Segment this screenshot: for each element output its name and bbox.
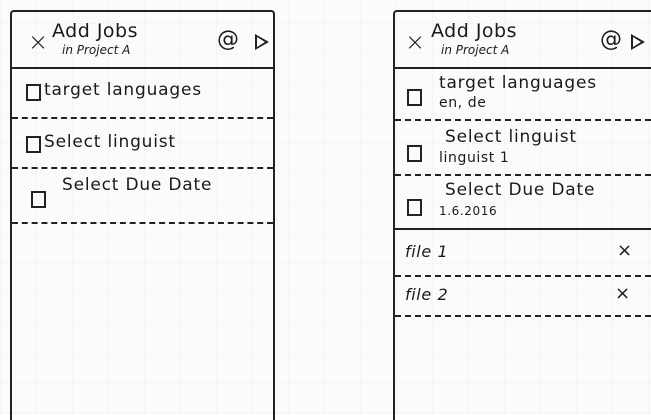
checkbox-icon[interactable] (26, 136, 41, 153)
mention-icon[interactable]: @ (217, 27, 239, 52)
page-title: Add Jobs (431, 20, 518, 42)
checkbox-icon[interactable] (407, 89, 422, 106)
page-subtitle: in Project A (62, 43, 131, 57)
row-label: Select Due Date (445, 180, 596, 200)
mention-icon[interactable]: @ (600, 27, 622, 52)
close-icon[interactable]: × (405, 30, 425, 54)
phone-sketch-before: × Add Jobs in Project A @ target languag… (10, 10, 275, 420)
send-icon[interactable] (255, 34, 269, 50)
row-select-due-date[interactable]: Select Due Date (12, 167, 273, 224)
checkbox-icon[interactable] (407, 145, 422, 162)
file-name: file 1 (405, 242, 449, 261)
row-select-due-date[interactable]: Select Due Date 1.6.2016 (395, 174, 651, 226)
close-icon[interactable]: × (28, 30, 48, 54)
row-target-languages[interactable]: target languages (12, 67, 273, 119)
row-value: 1.6.2016 (439, 204, 498, 218)
row-label: Select Due Date (62, 175, 213, 195)
row-target-languages[interactable]: target languages en, de (395, 67, 651, 121)
row-label: target languages (439, 73, 597, 93)
file-row: file 2 × (395, 275, 651, 317)
app-header: × Add Jobs in Project A @ (12, 12, 273, 69)
phone-sketch-after: × Add Jobs in Project A @ target languag… (393, 10, 651, 420)
app-header: × Add Jobs in Project A @ (395, 12, 651, 69)
row-label: Select linguist (445, 127, 577, 147)
send-icon[interactable] (631, 34, 645, 50)
row-label: target languages (44, 80, 202, 100)
row-value: en, de (439, 95, 487, 111)
row-label: Select linguist (44, 132, 176, 152)
file-name: file 2 (405, 285, 449, 304)
row-value: linguist 1 (439, 150, 510, 166)
checkbox-icon[interactable] (31, 191, 46, 208)
page-subtitle: in Project A (441, 43, 510, 57)
row-select-linguist[interactable]: Select linguist (12, 117, 273, 169)
page-title: Add Jobs (52, 20, 139, 42)
row-select-linguist[interactable]: Select linguist linguist 1 (395, 119, 651, 176)
remove-file-icon[interactable]: × (617, 240, 632, 261)
checkbox-icon[interactable] (407, 199, 422, 216)
remove-file-icon[interactable]: × (615, 283, 630, 304)
file-row: file 1 × (395, 230, 651, 277)
checkbox-icon[interactable] (26, 84, 41, 101)
